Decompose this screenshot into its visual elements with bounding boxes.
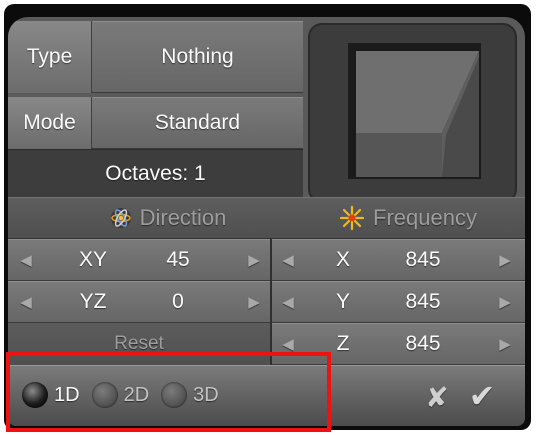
x-increment-arrow[interactable]: ▶ <box>495 239 515 281</box>
radio-2d-circle[interactable] <box>91 382 118 408</box>
y-decrement-arrow[interactable]: ◀ <box>278 281 298 323</box>
y-increment-arrow[interactable]: ▶ <box>495 281 515 323</box>
atom-icon <box>110 208 131 228</box>
z-increment-arrow[interactable]: ▶ <box>495 323 515 365</box>
z-decrement-arrow[interactable]: ◀ <box>278 323 298 365</box>
xy-increment-arrow[interactable]: ▶ <box>244 239 264 281</box>
xy-value-field[interactable]: 45 <box>153 239 203 281</box>
frequency-header: Frequency <box>313 198 503 238</box>
x-decrement-arrow[interactable]: ◀ <box>278 239 298 281</box>
reset-button[interactable]: Reset <box>8 323 270 365</box>
x-axis-label: X <box>335 248 350 271</box>
yz-increment-arrow[interactable]: ▶ <box>244 281 264 323</box>
radio-3d-circle[interactable] <box>161 382 188 408</box>
z-value-field[interactable]: 845 <box>393 323 453 365</box>
type-selector[interactable]: Nothing <box>92 21 303 93</box>
yz-axis-label: YZ <box>79 290 107 313</box>
y-value-field[interactable]: 845 <box>393 281 453 323</box>
mode-label: Mode <box>8 97 92 149</box>
octaves-control[interactable]: Octaves: 1 <box>8 149 303 197</box>
radio-3d-label: 3D <box>193 383 219 406</box>
x-value-field[interactable]: 845 <box>393 239 453 281</box>
frequency-title: Frequency <box>373 205 477 230</box>
direction-row-yz <box>8 281 270 323</box>
direction-header: Direction <box>78 198 258 238</box>
xy-decrement-arrow[interactable]: ◀ <box>16 239 36 281</box>
z-axis-label: Z <box>336 332 350 355</box>
burst-icon <box>339 205 365 231</box>
type-label: Type <box>8 21 92 93</box>
radio-2d-label: 2D <box>123 383 150 406</box>
y-axis-label: Y <box>335 290 350 313</box>
radio-2d[interactable]: 2D <box>91 382 150 408</box>
radio-1d[interactable]: 1D <box>22 382 80 408</box>
direction-title: Direction <box>139 205 227 230</box>
direction-row-xy <box>8 239 270 281</box>
radio-1d-label: 1D <box>54 383 80 406</box>
confirm-button[interactable]: ✔ <box>462 377 502 415</box>
radio-3d[interactable]: 3D <box>161 382 219 408</box>
noise-preview <box>348 43 481 179</box>
radio-1d-circle[interactable] <box>22 382 48 408</box>
dimension-radio-group: 1D 2D 3D <box>22 379 219 411</box>
mode-selector[interactable]: Standard <box>92 97 303 149</box>
xy-axis-label: XY <box>78 248 107 271</box>
preview-bevel-graphic <box>350 45 479 177</box>
noise-settings-panel: Type Nothing Mode Standard Octaves: 1 Di… <box>8 17 525 426</box>
cancel-button[interactable]: ✘ <box>420 379 454 415</box>
yz-value-field[interactable]: 0 <box>153 281 203 323</box>
yz-decrement-arrow[interactable]: ◀ <box>16 281 36 323</box>
